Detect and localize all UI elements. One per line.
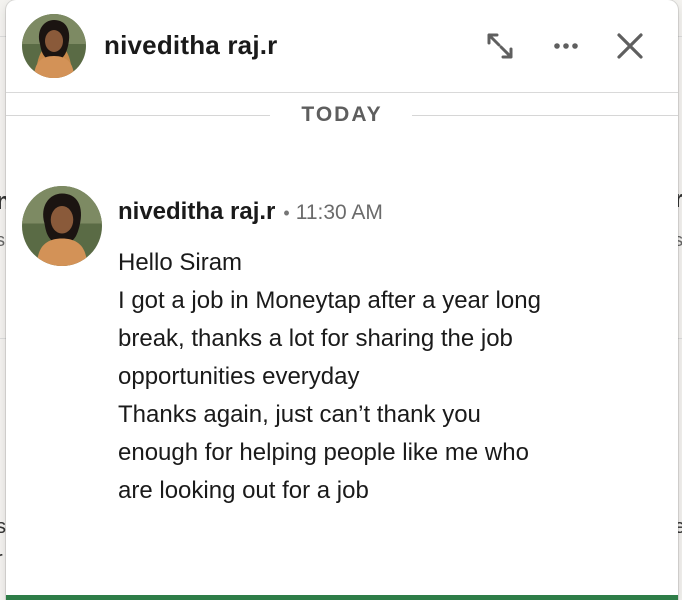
divider-rule-right [412,115,678,116]
participant-name[interactable]: niveditha raj.r [104,30,278,61]
more-options-button[interactable] [546,26,586,66]
message-timestamp: 11:30 AM [295,201,383,224]
message-line: enough for helping people like me who [118,439,529,466]
chat-window: niveditha raj.r TODAY niveditha raj.r • … [6,0,678,600]
message-body: Hello Siram I got a job in Moneytap afte… [118,244,658,510]
profile-photo-icon [22,14,86,78]
more-options-icon [554,43,578,49]
background-text-fragment: s [0,230,5,250]
sender-avatar[interactable] [22,186,102,266]
accent-bar [6,595,678,600]
message-line: are looking out for a job [118,477,369,504]
expand-icon [487,33,513,59]
participant-avatar[interactable] [22,14,86,78]
message-line: break, thanks a lot for sharing the job [118,325,513,352]
close-button[interactable] [610,26,650,66]
background-text-fragment: r [0,548,3,571]
close-icon [617,33,643,59]
profile-photo-icon [22,186,102,266]
screen: n s s r i r s e l niveditha raj.r [0,0,682,600]
message-line: opportunities everyday [118,363,360,390]
message-header: niveditha raj.r • 11:30 AM [118,198,383,226]
message-line: I got a job in Moneytap after a year lon… [118,287,541,314]
message-line: Hello Siram [118,249,243,276]
expand-button[interactable] [480,26,520,66]
message-line: Thanks again, just can’t thank you [118,401,481,428]
chat-header[interactable]: niveditha raj.r [6,0,678,93]
date-divider: TODAY [6,100,678,130]
separator-dot: • [283,203,290,223]
message-sender-name[interactable]: niveditha raj.r [118,198,275,225]
